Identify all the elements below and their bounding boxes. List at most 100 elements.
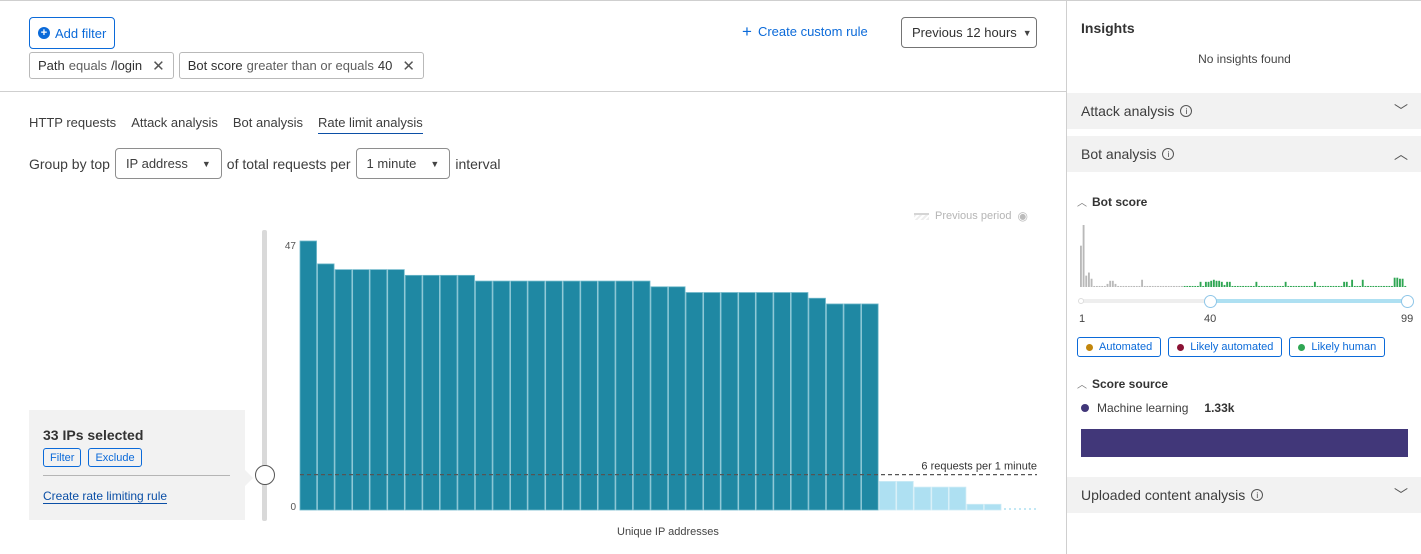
bot-score-toggle[interactable]: ︿ Bot score (1077, 194, 1147, 210)
bar[interactable] (984, 503, 1002, 511)
legend-automated[interactable]: Automated (1077, 337, 1162, 357)
legend-likely-automated[interactable]: Likely automated (1168, 337, 1283, 357)
bar[interactable] (931, 486, 949, 511)
info-icon[interactable]: i (1180, 105, 1193, 117)
bar[interactable] (510, 280, 528, 511)
bar[interactable] (966, 503, 984, 511)
bar[interactable] (299, 240, 317, 511)
close-icon[interactable]: ✕ (402, 57, 415, 75)
filter-button[interactable]: Filter (43, 448, 82, 467)
bar[interactable] (878, 480, 897, 511)
histogram-bar (1244, 285, 1247, 287)
attack-analysis-accordion[interactable]: Attack analysis i ﹀ (1067, 93, 1421, 129)
bar[interactable] (685, 292, 704, 511)
histogram-bar (1345, 281, 1348, 287)
score-source-toggle[interactable]: ︿ Score source (1077, 376, 1168, 392)
range-min-handle[interactable] (1078, 298, 1084, 304)
chip-value: 40 (377, 58, 393, 73)
range-high-handle[interactable] (1401, 294, 1414, 308)
histogram-bar (1154, 285, 1157, 287)
bar[interactable] (597, 280, 616, 511)
filter-chip-bot-score[interactable]: Bot score greater than or equals 40 ✕ (178, 52, 424, 79)
bar[interactable] (913, 486, 932, 511)
bar[interactable] (791, 292, 809, 511)
tab-http-requests[interactable]: HTTP requests (29, 115, 116, 134)
histogram-bar (1204, 281, 1207, 287)
create-custom-rule-link[interactable]: + Create custom rule (742, 23, 868, 40)
info-icon[interactable]: i (1162, 148, 1175, 160)
bar[interactable] (545, 280, 563, 511)
bar[interactable] (615, 280, 633, 511)
bar[interactable] (352, 269, 370, 511)
histogram-bar (1127, 285, 1130, 287)
add-filter-button[interactable]: + Add filter (29, 17, 116, 49)
bar[interactable] (580, 280, 598, 511)
bar[interactable] (439, 274, 458, 511)
histogram-bar (1111, 280, 1114, 287)
histogram-bar (1228, 281, 1231, 287)
interval-select[interactable]: 1 minute ▼ (355, 148, 451, 179)
tab-rate-limit-analysis[interactable]: Rate limit analysis (317, 115, 423, 134)
uploaded-content-analysis-accordion[interactable]: Uploaded content analysis i ﹀ (1067, 477, 1421, 513)
histogram-bar (1266, 285, 1268, 287)
bar[interactable] (948, 486, 967, 511)
bar[interactable] (475, 280, 493, 511)
close-icon[interactable]: ✕ (152, 57, 165, 75)
histogram-bar (1393, 277, 1396, 287)
tab-attack-analysis[interactable]: Attack analysis (131, 115, 218, 134)
bar[interactable] (896, 480, 914, 511)
create-rate-limiting-rule-link[interactable]: Create rate limiting rule (43, 489, 168, 504)
bar[interactable] (633, 280, 651, 511)
bar[interactable] (668, 286, 686, 511)
bar[interactable] (650, 286, 668, 511)
bar[interactable] (755, 292, 774, 511)
bar[interactable] (422, 274, 440, 511)
bar[interactable] (843, 303, 861, 511)
histogram-bar (1351, 279, 1354, 287)
bar[interactable] (773, 292, 791, 511)
caret-down-icon: ▼ (201, 158, 211, 169)
legend-likely-human[interactable]: Likely human (1289, 337, 1386, 357)
threshold-slider-handle[interactable] (255, 465, 275, 485)
exclude-button[interactable]: Exclude (88, 448, 142, 467)
bar[interactable] (562, 280, 581, 511)
bar[interactable] (317, 263, 335, 511)
chevron-up-icon: ︿ (1077, 380, 1087, 391)
time-range-select[interactable]: Previous 12 hours ▼ (901, 17, 1037, 48)
eye-icon[interactable]: ◉ (1017, 209, 1027, 223)
histogram-bar (1085, 275, 1088, 287)
bar[interactable] (369, 269, 388, 511)
bar[interactable] (404, 274, 423, 511)
info-icon[interactable]: i (1251, 489, 1264, 501)
range-low-handle[interactable] (1204, 294, 1217, 308)
y-tick-zero: 0 (290, 502, 296, 513)
histogram-bar (1401, 278, 1404, 287)
histogram-bar (1383, 285, 1385, 287)
histogram-bar (1399, 278, 1401, 287)
bot-analysis-accordion[interactable]: Bot analysis i ︿ (1067, 136, 1421, 172)
bar[interactable] (826, 303, 844, 511)
bar[interactable] (720, 292, 739, 511)
histogram-bar (1396, 277, 1399, 287)
bar[interactable] (738, 292, 756, 511)
histogram-bar (1119, 285, 1122, 287)
bar[interactable] (861, 303, 879, 511)
bar[interactable] (457, 274, 475, 511)
histogram-bar (1114, 283, 1117, 287)
histogram-bar (1170, 285, 1173, 287)
bar[interactable] (334, 269, 353, 511)
bar[interactable] (527, 280, 546, 511)
group-by-select[interactable]: IP address ▼ (114, 148, 222, 179)
histogram-bar (1276, 285, 1279, 287)
score-source-bar[interactable] (1081, 429, 1408, 457)
histogram-bar (1226, 281, 1229, 287)
bar[interactable] (492, 280, 510, 511)
tab-bot-analysis[interactable]: Bot analysis (233, 115, 303, 134)
bar[interactable] (387, 269, 405, 511)
bar[interactable] (703, 292, 721, 511)
histogram-bar (1274, 285, 1276, 287)
group-by-prefix: Group by top (29, 155, 110, 172)
previous-period-legend: Previous period ◉ (914, 209, 1028, 223)
bar[interactable] (808, 297, 826, 511)
filter-chip-path[interactable]: Path equals /login ✕ (29, 52, 174, 79)
